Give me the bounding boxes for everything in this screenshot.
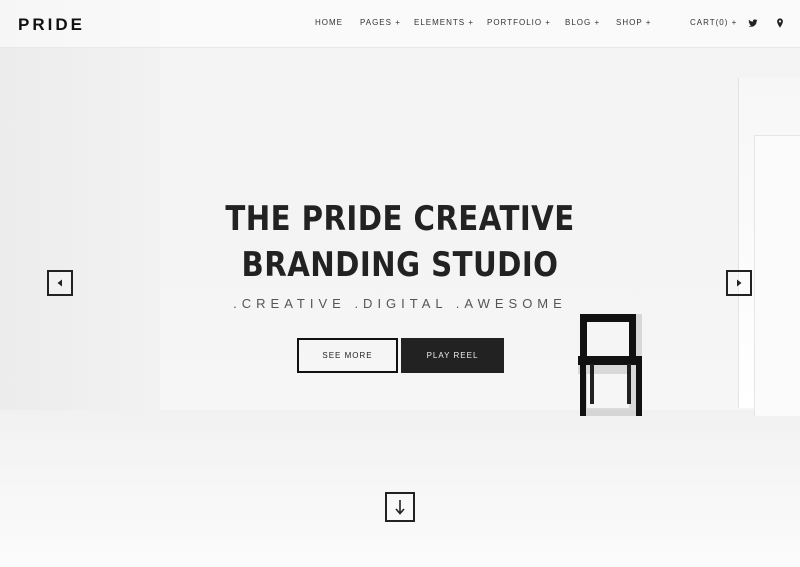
hero-title-line-1: THE PRIDE CREATIVE (225, 199, 575, 239)
slider-prev-button[interactable] (47, 270, 73, 296)
nav-pages[interactable]: PAGES + (360, 18, 401, 27)
nav-blog[interactable]: BLOG + (565, 18, 600, 27)
map-pin-icon[interactable] (775, 17, 785, 29)
site-header: PRIDE HOME PAGES + ELEMENTS + PORTFOLIO … (0, 0, 800, 48)
nav-shop[interactable]: SHOP + (616, 18, 651, 27)
hero-title-line-2: BRANDING STUDIO (241, 245, 559, 285)
nav-home[interactable]: HOME (315, 18, 343, 27)
floor (0, 410, 800, 567)
arrow-left-icon (57, 279, 62, 287)
twitter-icon[interactable] (748, 17, 758, 29)
hero-subtitle: .CREATIVE .DIGITAL .AWESOME (233, 296, 567, 311)
hero-title: THE PRIDE CREATIVE BRANDING STUDIO (56, 196, 744, 288)
main-nav: HOME PAGES + ELEMENTS + PORTFOLIO + BLOG… (0, 18, 800, 32)
see-more-button[interactable]: SEE MORE (297, 338, 398, 373)
slider-next-button[interactable] (726, 270, 752, 296)
arrow-right-icon (737, 279, 742, 287)
arrow-down-icon (395, 500, 405, 515)
nav-elements[interactable]: ELEMENTS + (414, 18, 474, 27)
play-reel-button[interactable]: PLAY REEL (401, 338, 504, 373)
chair-reflection (578, 314, 642, 416)
nav-cart[interactable]: CART(0) + (690, 18, 737, 27)
right-doorway (754, 135, 800, 416)
scroll-down-button[interactable] (385, 492, 415, 522)
nav-portfolio[interactable]: PORTFOLIO + (487, 18, 551, 27)
